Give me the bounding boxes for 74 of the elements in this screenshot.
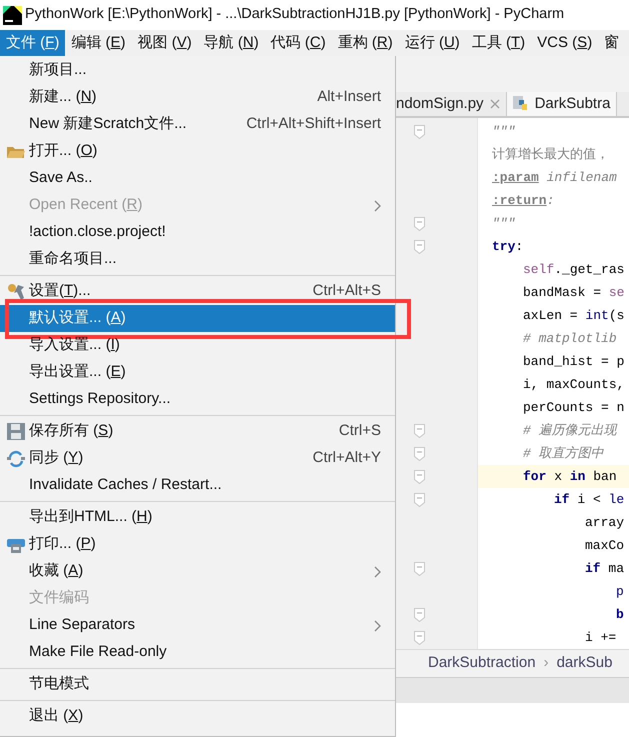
menu-item[interactable]: Save As.. xyxy=(0,165,395,192)
code-line: # 取直方图中 xyxy=(522,444,605,463)
code-line: axLen = int(s xyxy=(522,306,626,325)
code-line: maxCo xyxy=(584,536,626,555)
app-logo-icon xyxy=(3,6,22,24)
menu-item[interactable]: 保存所有 (S) Ctrl+S xyxy=(0,418,395,445)
menu-bar-item[interactable]: 工具 (T) xyxy=(466,30,532,56)
breadcrumb-separator: › xyxy=(544,653,549,674)
code-line: :param infilenam xyxy=(491,168,618,187)
fold-marker-icon[interactable] xyxy=(414,446,425,460)
menu-item[interactable]: 导出到HTML... (H) xyxy=(0,504,395,531)
menu-bar-item[interactable]: 代码 (C) xyxy=(264,30,332,56)
menu-item[interactable]: 新项目... xyxy=(0,57,395,84)
menu-item[interactable]: 收藏 (A) xyxy=(0,558,395,585)
code-line: if i < le xyxy=(553,490,626,509)
code-line: bandMask = se xyxy=(522,284,626,302)
code-line: perCounts = n xyxy=(522,398,626,417)
menu-bar-item[interactable]: 重构 (R) xyxy=(332,30,399,56)
fold-marker-icon[interactable] xyxy=(414,124,425,138)
code-line: array xyxy=(584,514,626,532)
python-file-icon xyxy=(512,96,529,112)
menu-item[interactable]: 节电模式 xyxy=(0,671,395,698)
menu-item[interactable]: Make File Read-only xyxy=(0,639,395,666)
code-line: 计算增长最大的值， xyxy=(491,146,610,164)
code-line: i += xyxy=(584,628,618,647)
folder-icon xyxy=(6,144,26,158)
window-title: PythonWork [E:\PythonWork] - ...\DarkSubtractionHJ1B.py [PythonWork] - PyCharm xyxy=(25,5,564,24)
fold-marker-icon[interactable] xyxy=(414,608,425,622)
code-line: i, maxCounts, xyxy=(522,376,626,394)
menu-item[interactable]: Invalidate Caches / Restart... xyxy=(0,472,395,499)
code-line: try: xyxy=(491,238,524,256)
code-line: # 遍历像元出现 xyxy=(522,422,618,440)
menu-item[interactable]: 重命名项目... xyxy=(0,246,395,273)
menu-item[interactable]: 同步 (Y) Ctrl+Alt+Y xyxy=(0,445,395,472)
wrench-icon xyxy=(6,282,26,300)
code-line: self._get_ras xyxy=(522,260,626,279)
editor-tab[interactable]: DarkSubtra xyxy=(506,92,618,116)
menu-bar-item[interactable]: 文件 (F) xyxy=(0,30,66,56)
code-line: b xyxy=(615,606,625,624)
fold-marker-icon[interactable] xyxy=(414,562,425,576)
menu-bar-item[interactable]: VCS (S) xyxy=(531,30,598,56)
code-line: # matplotlib xyxy=(522,330,618,348)
fold-marker-icon[interactable] xyxy=(414,492,425,506)
menu-bar-item[interactable]: 窗 xyxy=(598,30,626,56)
printer-icon xyxy=(7,536,25,553)
fold-marker-icon[interactable] xyxy=(414,240,425,254)
code-line: :return: xyxy=(491,192,556,210)
code-line: band_hist = p xyxy=(522,352,626,371)
fold-marker-icon[interactable] xyxy=(414,630,425,644)
fold-marker-icon[interactable] xyxy=(414,470,425,484)
menu-item[interactable]: 退出 (X) xyxy=(0,703,395,730)
menu-bar-item[interactable]: 导航 (N) xyxy=(198,30,265,56)
code-line: p xyxy=(615,582,625,601)
breadcrumb-item[interactable]: DarkSubtraction xyxy=(428,652,536,675)
menu-item[interactable]: !action.close.project! xyxy=(0,219,395,246)
menu-bar-item[interactable]: 编辑 (E) xyxy=(65,30,132,56)
menu-item[interactable]: Line Separators xyxy=(0,612,395,639)
code-line: """ xyxy=(491,122,516,141)
menu-item[interactable]: 打开... (O) xyxy=(0,138,395,165)
breadcrumb-item[interactable]: darkSub xyxy=(556,652,612,675)
menu-item[interactable]: 设置(T)... Ctrl+Alt+S xyxy=(0,278,395,305)
menu-item[interactable]: 导入设置... (I) xyxy=(0,332,395,359)
code-line: if ma xyxy=(584,560,626,578)
menu-item[interactable]: Settings Repository... xyxy=(0,386,395,413)
fold-marker-icon[interactable] xyxy=(414,424,425,438)
close-icon[interactable] xyxy=(490,99,500,109)
menu-bar-item[interactable]: 运行 (U) xyxy=(398,30,466,56)
fold-marker-icon[interactable] xyxy=(414,216,425,230)
menu-item[interactable]: 导出设置... (E) xyxy=(0,359,395,386)
menu-item[interactable]: 打印... (P) xyxy=(0,531,395,558)
code-line: """ xyxy=(491,214,516,233)
sync-icon xyxy=(7,450,25,468)
menu-bar-item[interactable]: 视图 (V) xyxy=(132,30,198,56)
menu-item[interactable]: 默认设置... (A) xyxy=(0,305,395,332)
